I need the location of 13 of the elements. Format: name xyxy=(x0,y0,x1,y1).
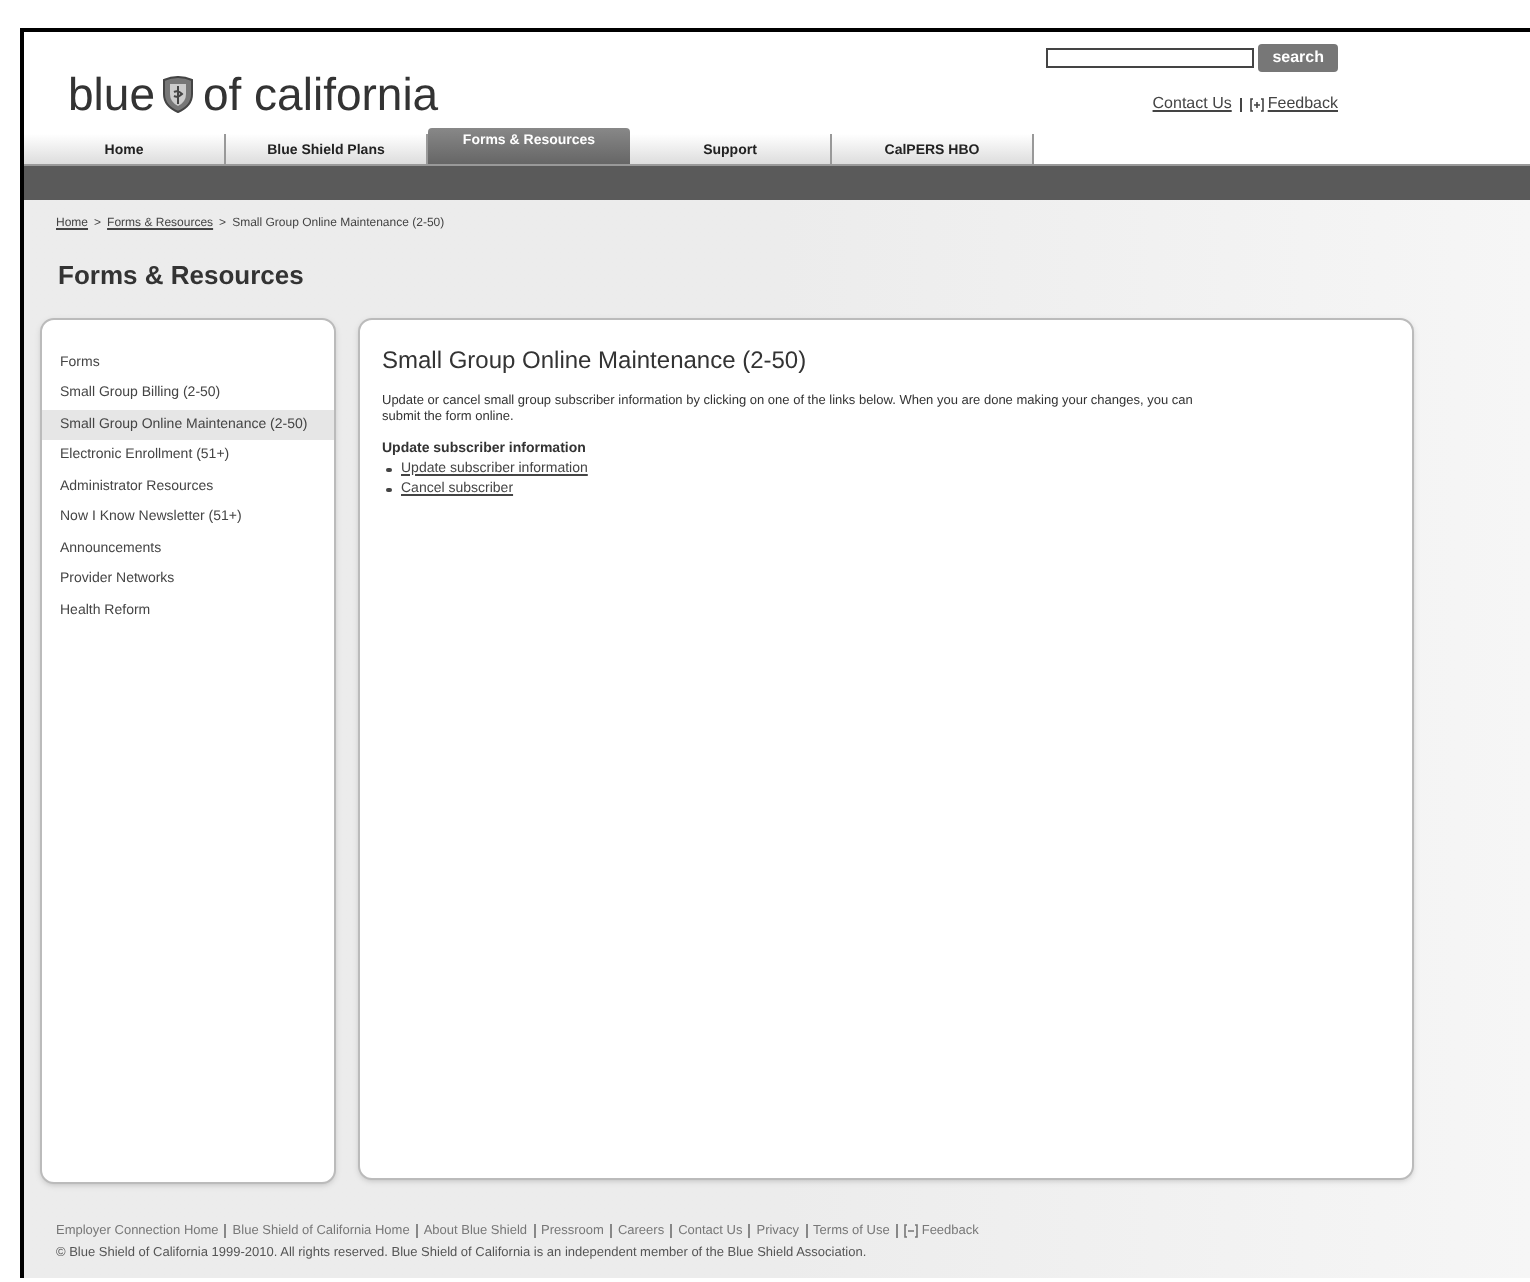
header-link[interactable]: Feedback xyxy=(1267,92,1338,116)
minus-box-icon xyxy=(903,1223,918,1238)
bullet-icon xyxy=(386,467,391,473)
shield-logo-icon xyxy=(162,75,195,114)
search-field[interactable] xyxy=(1046,48,1255,68)
bullet-icon xyxy=(386,487,391,493)
content-heading: Small Group Online Maintenance (2-50) xyxy=(382,343,809,377)
page-title: Forms & Resources xyxy=(58,258,306,294)
search-button[interactable]: search xyxy=(1258,44,1338,72)
logo-text: blue xyxy=(68,66,155,124)
plus-box-icon xyxy=(1249,97,1264,111)
header-link[interactable]: Contact Us xyxy=(1152,92,1232,116)
logo-text: of california xyxy=(202,66,439,124)
